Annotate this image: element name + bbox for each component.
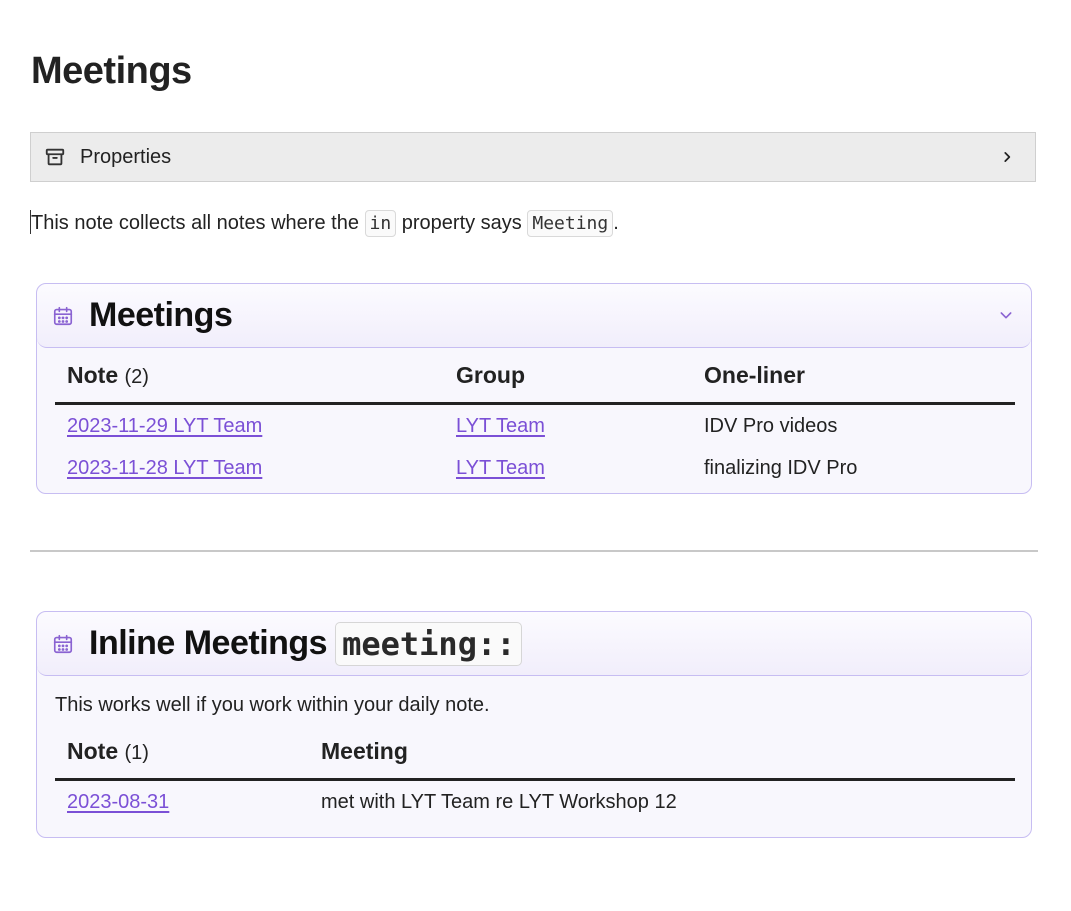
- inline-meetings-callout-header[interactable]: Inline Meetings meeting::: [37, 612, 1031, 676]
- calendar-icon: [51, 632, 75, 656]
- column-header-oneliner[interactable]: One-liner: [692, 348, 1015, 405]
- meetings-callout: Meetings Note (2) Group One-liner 2023-1…: [36, 283, 1032, 494]
- intro-text-after: .: [613, 212, 619, 234]
- oneliner-cell: IDV Pro videos: [704, 414, 838, 437]
- calendar-icon: [51, 304, 75, 328]
- properties-label: Properties: [80, 145, 172, 168]
- inline-code-in: in: [364, 210, 397, 237]
- oneliner-cell: finalizing IDV Pro: [704, 456, 858, 479]
- note-count: (2): [124, 365, 149, 388]
- meetings-callout-body: Note (2) Group One-liner 2023-11-29 LYT …: [37, 348, 1031, 489]
- meetings-callout-title: Meetings: [89, 296, 233, 334]
- meetings-table: Note (2) Group One-liner 2023-11-29 LYT …: [55, 348, 1015, 489]
- column-header-note-label: Note: [67, 737, 119, 764]
- table-header-row: Note (2) Group One-liner: [55, 348, 1015, 405]
- note-link[interactable]: 2023-11-29 LYT Team: [67, 415, 262, 437]
- inline-meetings-description: This works well if you work within your …: [55, 694, 490, 716]
- archive-icon: [44, 146, 66, 168]
- chevron-down-icon[interactable]: [997, 306, 1015, 324]
- inline-code-meeting-field: meeting::: [335, 621, 523, 666]
- table-row: 2023-08-31 met with LYT Team re LYT Work…: [55, 780, 1015, 824]
- intro-text-middle: property says: [396, 212, 528, 234]
- chevron-right-icon: [999, 149, 1015, 165]
- column-header-note[interactable]: Note (2): [55, 348, 444, 405]
- inline-meetings-callout-body: This works well if you work within your …: [37, 676, 1031, 823]
- column-header-note-label: Note: [67, 361, 119, 388]
- properties-toggle[interactable]: Properties: [30, 132, 1036, 182]
- group-link[interactable]: LYT Team: [456, 457, 545, 479]
- table-row: 2023-11-29 LYT Team LYT Team IDV Pro vid…: [55, 404, 1015, 448]
- intro-text-before: This note collects all notes where the: [31, 212, 365, 234]
- column-header-meeting[interactable]: Meeting: [309, 724, 1015, 781]
- column-header-group[interactable]: Group: [444, 348, 692, 405]
- table-header-row: Note (1) Meeting: [55, 724, 1015, 781]
- note-link[interactable]: 2023-08-31: [67, 791, 169, 813]
- meeting-cell: met with LYT Team re LYT Workshop 12: [321, 790, 677, 813]
- intro-paragraph: This note collects all notes where the i…: [30, 206, 619, 241]
- table-row: 2023-11-28 LYT Team LYT Team finalizing …: [55, 447, 1015, 489]
- horizontal-rule: [30, 550, 1038, 552]
- inline-meetings-callout: Inline Meetings meeting:: This works wel…: [36, 611, 1032, 838]
- note-count: (1): [124, 741, 149, 764]
- column-header-note[interactable]: Note (1): [55, 724, 309, 781]
- group-link[interactable]: LYT Team: [456, 415, 545, 437]
- inline-code-meeting: Meeting: [527, 210, 614, 237]
- note-link[interactable]: 2023-11-28 LYT Team: [67, 457, 262, 479]
- meetings-callout-header[interactable]: Meetings: [37, 284, 1031, 348]
- page-title: Meetings: [31, 50, 192, 92]
- inline-meetings-table: Note (1) Meeting 2023-08-31 met with LYT…: [55, 724, 1015, 823]
- inline-meetings-callout-title: Inline Meetings: [89, 624, 328, 662]
